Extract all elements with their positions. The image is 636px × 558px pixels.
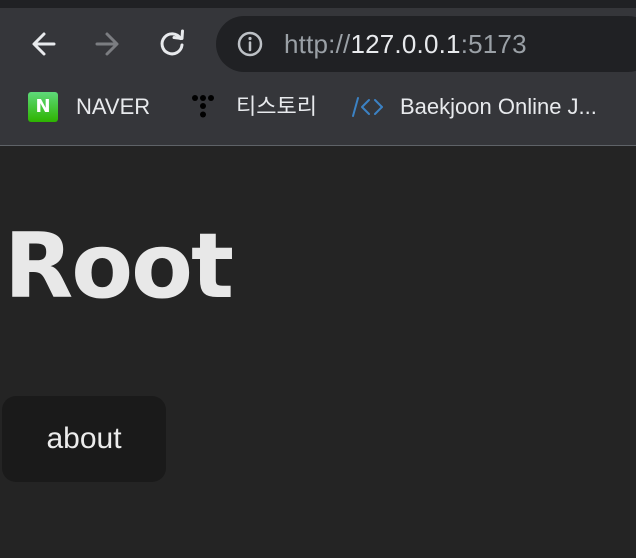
- bookmark-naver-label: NAVER: [76, 94, 151, 119]
- bookmark-tistory-label: 티스토리: [236, 94, 317, 119]
- tab-strip-edge: [0, 0, 636, 8]
- arrow-right-icon: [95, 32, 119, 56]
- bookmarks-bar: N NAVER 티스토리 Baekjoon Online J...: [0, 80, 636, 136]
- url-scheme: http://: [284, 29, 351, 59]
- info-icon[interactable]: [236, 30, 264, 58]
- url-host: 127.0.0.1: [350, 29, 461, 59]
- page-title: Root: [4, 214, 234, 319]
- naver-logo-icon: N: [28, 92, 58, 122]
- bookmark-baekjoon[interactable]: Baekjoon Online J...: [350, 92, 597, 122]
- arrow-left-icon: [32, 32, 56, 56]
- bookmark-tistory[interactable]: 티스토리: [188, 92, 317, 122]
- url-port: :5173: [460, 29, 527, 59]
- bookmark-baekjoon-label: Baekjoon Online J...: [400, 94, 597, 119]
- about-button[interactable]: about: [2, 396, 166, 482]
- forward-button[interactable]: [87, 24, 127, 64]
- bookmark-naver[interactable]: N NAVER: [28, 92, 150, 122]
- page-content: Root about: [0, 146, 636, 558]
- reload-icon: [160, 29, 184, 56]
- reload-button[interactable]: [152, 24, 192, 64]
- tistory-logo-icon: [192, 95, 214, 118]
- address-bar[interactable]: http://127.0.0.1:5173: [216, 16, 636, 72]
- naver-logo-letter: N: [35, 96, 51, 117]
- browser-chrome: http://127.0.0.1:5173 N NAVER 티스토리 Baekj…: [0, 0, 636, 146]
- baekjoon-logo-icon: [352, 97, 383, 117]
- back-button[interactable]: [24, 24, 64, 64]
- url-text[interactable]: http://127.0.0.1:5173: [284, 28, 527, 60]
